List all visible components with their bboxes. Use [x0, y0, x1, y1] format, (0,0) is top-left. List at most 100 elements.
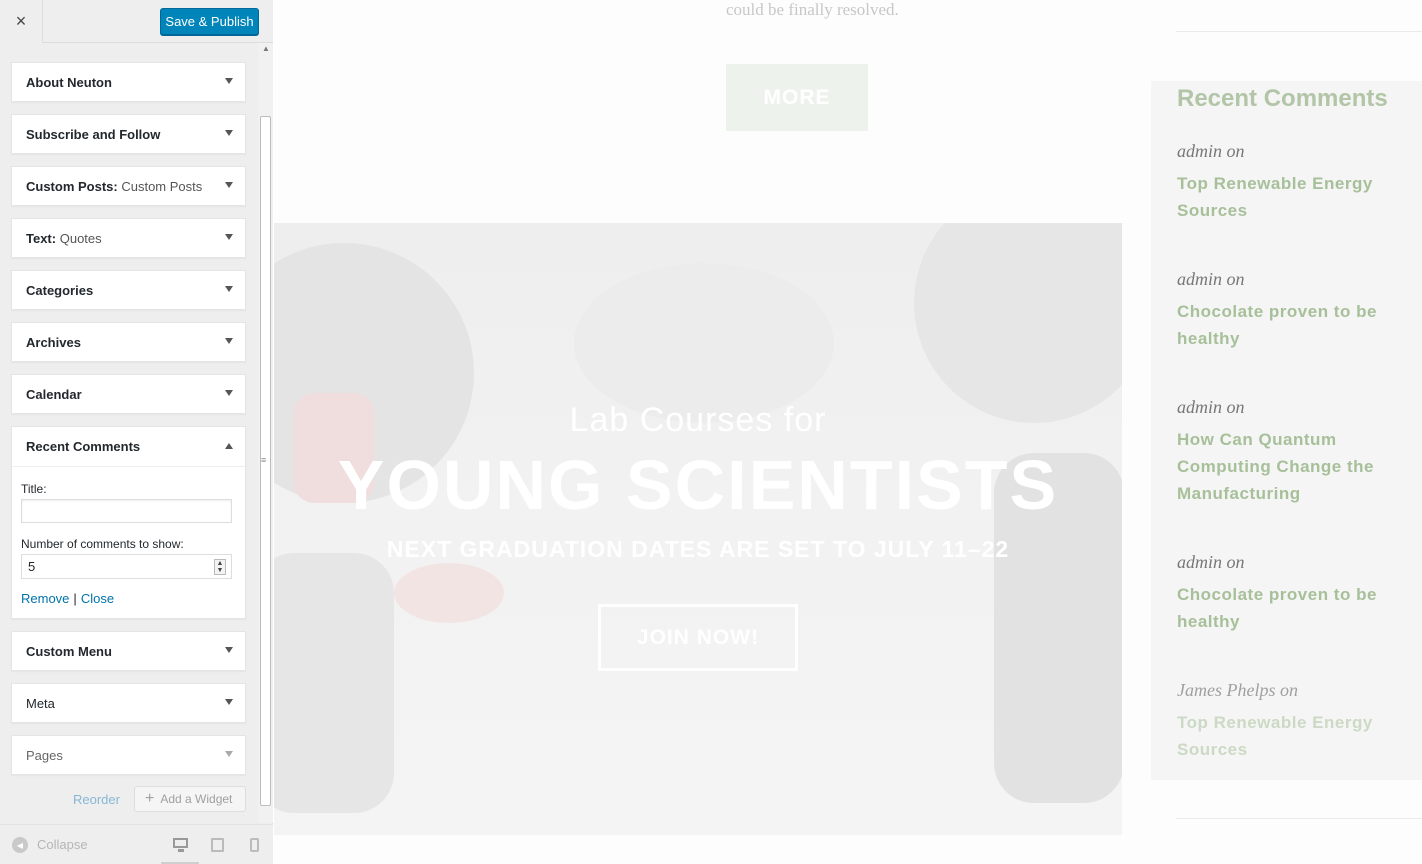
title-input[interactable] — [21, 499, 232, 523]
widget-recent-comments: Recent Comments Title: Number of comment… — [11, 426, 246, 619]
widget-subscribe-follow[interactable]: Subscribe and Follow — [11, 114, 246, 154]
mobile-body — [250, 838, 259, 852]
recent-comments-widget: Recent Comments admin on Top Renewable E… — [1151, 81, 1422, 780]
link-separator: | — [73, 591, 77, 606]
close-customizer-button[interactable]: × — [0, 0, 43, 43]
hero-subheading: Lab Courses for — [569, 401, 827, 439]
customizer-header: × Save & Publish — [0, 0, 273, 43]
divider — [1176, 31, 1422, 32]
divider — [1176, 818, 1422, 819]
widget-meta[interactable]: Meta — [11, 683, 246, 723]
expand-arrow-icon[interactable] — [225, 182, 233, 188]
hero-background-shape — [574, 263, 834, 423]
widget-categories[interactable]: Categories — [11, 270, 246, 310]
intro-text: could be finally resolved. — [726, 0, 899, 19]
comment-item: admin on Chocolate proven to be healthy — [1177, 552, 1407, 635]
widget-calendar[interactable]: Calendar — [11, 374, 246, 414]
expand-arrow-icon[interactable] — [225, 338, 233, 344]
title-label: Title: — [21, 482, 47, 496]
desktop-stand — [178, 849, 184, 852]
widget-archives[interactable]: Archives — [11, 322, 246, 362]
scroll-up-arrow-icon[interactable]: ▲ — [262, 44, 270, 53]
comment-author: admin on — [1177, 397, 1245, 417]
expand-arrow-icon[interactable] — [225, 130, 233, 136]
desktop-preview-icon[interactable] — [173, 837, 189, 853]
comment-post-link[interactable]: Top Renewable Energy Sources — [1177, 709, 1407, 763]
widget-title: Archives — [26, 334, 81, 350]
comment-author: admin on — [1177, 141, 1245, 161]
join-now-button[interactable]: JOIN NOW! — [598, 604, 798, 671]
remove-link[interactable]: Remove — [21, 591, 69, 606]
scrollbar-grip-icon: ≡ — [261, 455, 267, 465]
widget-area-actions: Reorder + Add a Widget — [73, 786, 247, 812]
more-button[interactable]: MORE — [726, 64, 868, 131]
widget-title: Recent Comments — [26, 439, 141, 454]
comment-post-link[interactable]: Chocolate proven to be healthy — [1177, 298, 1407, 352]
expand-arrow-icon[interactable] — [225, 286, 233, 292]
widget-list: About Neuton Subscribe and Follow Custom… — [11, 62, 246, 787]
tablet-body — [211, 838, 224, 852]
widget-title: Subscribe and Follow — [26, 126, 161, 142]
tablet-preview-icon[interactable] — [211, 837, 225, 853]
widget-text-quotes[interactable]: Text: Quotes — [11, 218, 246, 258]
desktop-screen — [173, 838, 188, 848]
widget-title: Custom Menu — [26, 643, 112, 659]
expand-arrow-icon[interactable] — [225, 390, 233, 396]
hero-dates-text: NEXT GRADUATION DATES ARE SET TO JULY 11… — [386, 536, 1010, 562]
widget-subtitle: Custom Posts — [117, 178, 203, 194]
hero-heading: YOUNG SCIENTISTS — [337, 446, 1059, 524]
widget-title: Meta — [26, 695, 55, 711]
hero-background-shape — [274, 553, 394, 813]
save-publish-button[interactable]: Save & Publish — [160, 8, 259, 35]
widget-title: Text: — [26, 230, 57, 246]
hero-banner: Lab Courses for YOUNG SCIENTISTS NEXT GR… — [274, 223, 1122, 835]
widget-title: Pages — [26, 747, 63, 763]
widget-custom-menu[interactable]: Custom Menu — [11, 631, 246, 671]
collapse-label[interactable]: Collapse — [37, 837, 88, 852]
widget-actions: Remove | Close — [21, 591, 231, 606]
mobile-preview-icon[interactable] — [249, 837, 263, 853]
comment-count-stepper[interactable]: 5 ▲ ▼ — [21, 554, 232, 579]
collapse-arrow-icon[interactable]: ◀ — [12, 837, 28, 853]
hero-background-shape — [914, 223, 1122, 423]
count-label: Number of comments to show: — [21, 537, 184, 551]
site-preview: could be finally resolved. MORE Lab Cour… — [274, 0, 1422, 864]
add-widget-label: Add a Widget — [160, 792, 233, 806]
customizer-sidebar: × Save & Publish About Neuton Subscribe … — [0, 0, 273, 864]
widget-title: About Neuton — [26, 74, 112, 90]
widget-header[interactable]: Recent Comments — [12, 427, 245, 467]
expand-arrow-icon[interactable] — [225, 751, 233, 757]
comment-item: admin on Chocolate proven to be healthy — [1177, 269, 1407, 352]
comment-post-link[interactable]: Top Renewable Energy Sources — [1177, 170, 1407, 224]
widget-pages[interactable]: Pages — [11, 735, 246, 775]
collapse-arrow-icon[interactable] — [225, 443, 233, 449]
widget-title: Custom Posts: — [26, 178, 118, 194]
recent-comments-title: Recent Comments — [1177, 85, 1388, 112]
widget-title: Categories — [26, 282, 94, 298]
comment-count-value: 5 — [28, 559, 36, 574]
plus-icon: + — [145, 790, 155, 807]
expand-arrow-icon[interactable] — [225, 234, 233, 240]
comment-item: admin on How Can Quantum Computing Chang… — [1177, 397, 1407, 507]
comment-post-link[interactable]: Chocolate proven to be healthy — [1177, 581, 1407, 635]
widget-subtitle: Quotes — [56, 230, 102, 246]
hero-background-shape — [394, 563, 504, 623]
expand-arrow-icon[interactable] — [225, 647, 233, 653]
reorder-link[interactable]: Reorder — [73, 792, 120, 807]
widget-custom-posts[interactable]: Custom Posts: Custom Posts — [11, 166, 246, 206]
comment-author: admin on — [1177, 552, 1245, 572]
widget-about-neuton[interactable]: About Neuton — [11, 62, 246, 102]
expand-arrow-icon[interactable] — [225, 78, 233, 84]
comment-post-link[interactable]: How Can Quantum Computing Change the Man… — [1177, 426, 1407, 507]
spinner-arrows-icon[interactable]: ▲ ▼ — [214, 559, 226, 575]
comment-author: admin on — [1177, 269, 1245, 289]
comment-item: admin on Top Renewable Energy Sources — [1177, 141, 1407, 224]
comment-item: James Phelps on Top Renewable Energy Sou… — [1177, 680, 1407, 763]
add-widget-button[interactable]: + Add a Widget — [134, 786, 246, 812]
widget-form: Title: Number of comments to show: 5 ▲ ▼ … — [12, 467, 245, 618]
customizer-footer: ◀ Collapse — [0, 824, 273, 864]
close-link[interactable]: Close — [81, 591, 114, 606]
expand-arrow-icon[interactable] — [225, 699, 233, 705]
widget-title: Calendar — [26, 386, 82, 402]
comment-author: James Phelps on — [1177, 680, 1298, 700]
